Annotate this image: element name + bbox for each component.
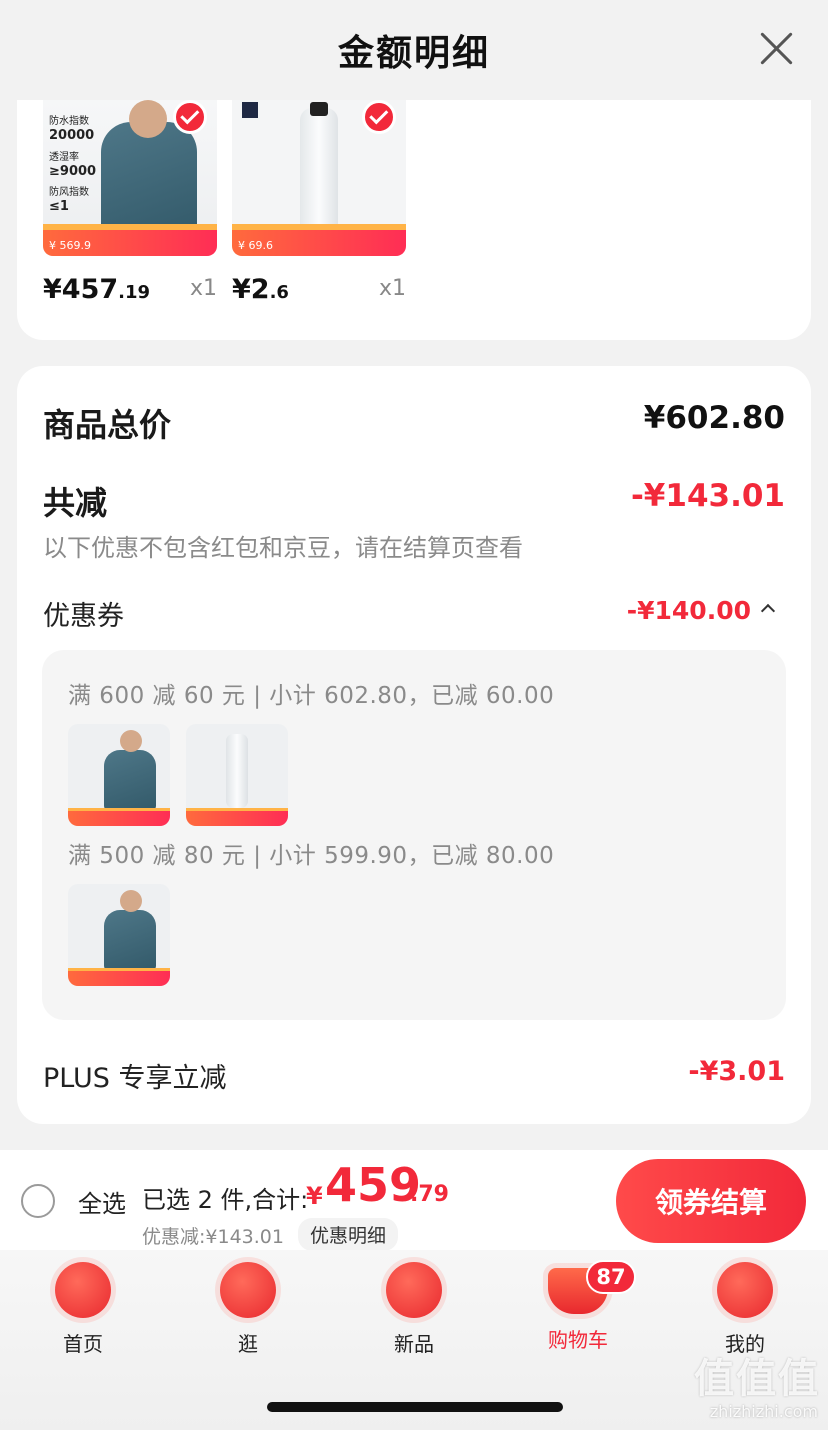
product-image-water[interactable]: ¥ 69.6 xyxy=(232,100,406,256)
discount-detail-button[interactable]: 优惠明细 xyxy=(298,1218,399,1251)
bottle-image xyxy=(300,108,338,234)
discount-summary: 优惠减:¥143.01 xyxy=(142,1226,284,1248)
jacket-image xyxy=(101,122,197,234)
bottom-tab-bar: 首页 逛 新品 购物车 我的 87 值值值 zhizhizhi.com xyxy=(0,1250,828,1430)
price-detail-card: 商品总价 ¥602.80 共减 -¥143.01 以下优惠不包含红包和京豆，请在… xyxy=(17,366,811,1124)
plus-discount-value: -¥3.01 xyxy=(688,1056,785,1087)
product-price: ¥457.19 xyxy=(43,274,151,305)
plus-discount-label: PLUS 专享立减 xyxy=(43,1063,227,1094)
tab-new[interactable]: 新品 xyxy=(359,1262,469,1357)
sum-amount-integer: 459 xyxy=(325,1158,422,1212)
discount-note: 以下优惠不包含红包和京豆，请在结算页查看 xyxy=(43,534,523,562)
tab-profile[interactable]: 我的 xyxy=(690,1262,800,1357)
product-quantity: x1 xyxy=(378,276,406,301)
reduce-label: 共减 xyxy=(43,484,108,522)
check-icon[interactable] xyxy=(173,100,207,134)
explore-icon xyxy=(220,1262,276,1318)
chevron-up-icon[interactable] xyxy=(760,603,776,619)
coupon-product-thumb-jacket xyxy=(68,724,170,826)
coupon-rule: 满 500 减 80 元 | 小计 599.90，已减 80.00 xyxy=(68,843,555,869)
total-value: ¥602.80 xyxy=(643,400,785,436)
total-label: 商品总价 xyxy=(43,406,172,444)
coupon-detail-box: 满 600 减 60 元 | 小计 602.80，已减 60.00 满 500 … xyxy=(42,650,786,1020)
user-icon xyxy=(717,1262,773,1318)
brand-logo xyxy=(242,102,258,118)
home-indicator xyxy=(267,1402,563,1412)
selected-products-card: 防水指数 20000 透湿率 ≥9000 防风指数 ≤1 ¥ 569.9 ¥45… xyxy=(17,100,811,340)
modal-header: 金额明细 xyxy=(0,0,828,100)
home-icon xyxy=(55,1262,111,1318)
checkout-button[interactable]: 领券结算 xyxy=(616,1159,806,1243)
product-item-water[interactable]: ¥ 69.6 ¥2.6 x1 xyxy=(232,100,406,305)
coupon-rule: 满 600 减 60 元 | 小计 602.80，已减 60.00 xyxy=(68,683,555,709)
tab-label: 首页 xyxy=(63,1332,103,1356)
check-icon[interactable] xyxy=(362,100,396,134)
product-item-jacket[interactable]: 防水指数 20000 透湿率 ≥9000 防风指数 ≤1 ¥ 569.9 ¥45… xyxy=(43,100,217,305)
modal-title: 金额明细 xyxy=(337,33,490,74)
sum-amount-decimal: .79 xyxy=(410,1182,449,1207)
promo-banner: ¥ 569.9 xyxy=(43,224,217,256)
tab-label: 逛 xyxy=(238,1332,258,1356)
watermark-url: zhizhizhi.com xyxy=(709,1402,818,1421)
select-all-radio[interactable] xyxy=(21,1184,55,1218)
coupon-product-thumb-water xyxy=(186,724,288,826)
tab-label: 购物车 xyxy=(548,1328,608,1352)
product-image-jacket[interactable]: 防水指数 20000 透湿率 ≥9000 防风指数 ≤1 ¥ 569.9 xyxy=(43,100,217,256)
new-icon xyxy=(386,1262,442,1318)
reduce-value: -¥143.01 xyxy=(630,478,785,514)
tab-home[interactable]: 首页 xyxy=(28,1262,138,1357)
product-price: ¥2.6 xyxy=(232,274,289,305)
selected-count-text: 已选 2 件,合计: xyxy=(142,1186,309,1214)
sum-currency: ¥ xyxy=(306,1182,323,1210)
coupon-label[interactable]: 优惠券 xyxy=(43,594,124,633)
select-all-label[interactable]: 全选 xyxy=(78,1184,126,1219)
watermark-logo: 值值值 xyxy=(694,1356,820,1402)
promo-banner: ¥ 69.6 xyxy=(232,224,406,256)
checkout-bar: 全选 已选 2 件,合计: ¥ 459 .79 优惠减:¥143.01 优惠明细… xyxy=(0,1150,828,1251)
tab-label: 新品 xyxy=(394,1332,434,1356)
product-spec-text: 防水指数 20000 透湿率 ≥9000 防风指数 ≤1 xyxy=(49,116,97,215)
coupon-value[interactable]: -¥140.00 xyxy=(627,596,751,625)
tab-explore[interactable]: 逛 xyxy=(193,1262,303,1357)
coupon-product-thumb-jacket xyxy=(68,884,170,986)
bottle-cap xyxy=(310,102,328,116)
product-quantity: x1 xyxy=(189,276,217,301)
cart-count-badge: 87 xyxy=(586,1260,636,1294)
close-icon[interactable] xyxy=(758,30,794,66)
model-head xyxy=(129,100,167,138)
